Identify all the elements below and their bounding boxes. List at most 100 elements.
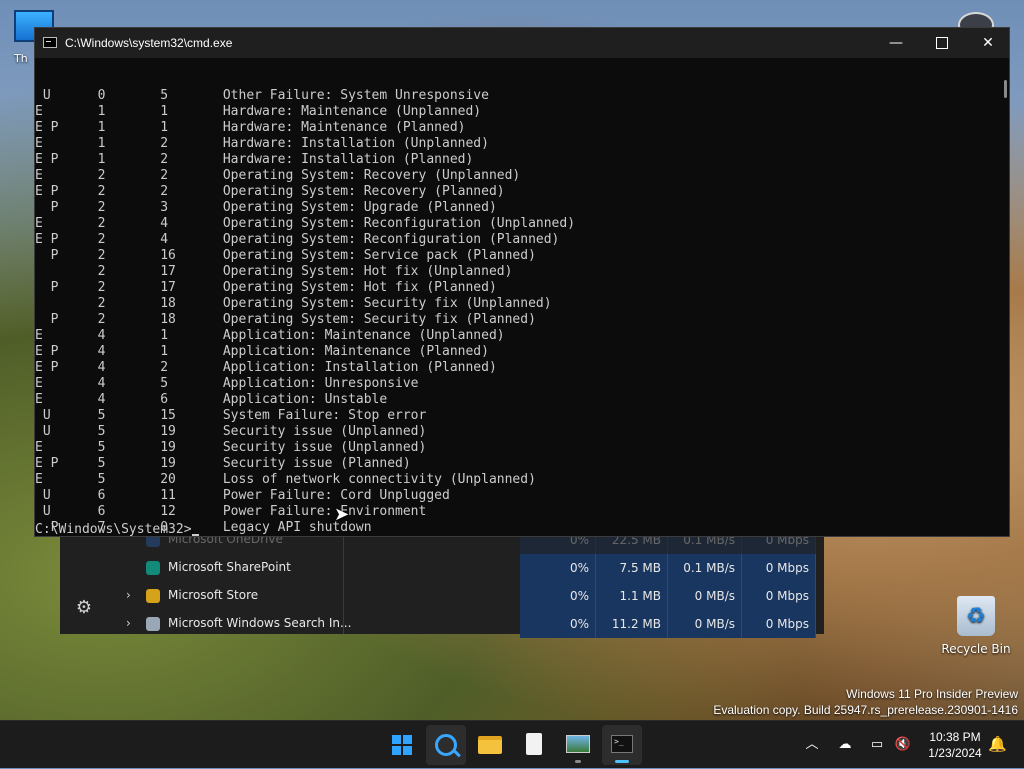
process-row[interactable]: › Microsoft Store 0% 1.1 MB 0 MB/s 0 Mbps: [120, 582, 816, 610]
maximize-button[interactable]: [919, 28, 965, 58]
console-line: E 5 19 Security issue (Unplanned): [35, 440, 427, 455]
taskbar: >_ ︿ ☁ ▭ 🔇 10:38 PM 1/23/2024 🔔: [0, 720, 1024, 768]
recycle-bin-desktop-icon[interactable]: ♻ Recycle Bin: [936, 596, 1016, 656]
process-name: Microsoft SharePoint: [168, 560, 291, 574]
search-button[interactable]: [426, 725, 466, 765]
maximize-icon: [936, 37, 948, 49]
network-icon: ▭: [870, 737, 884, 752]
running-indicator: [575, 760, 581, 763]
taskbar-clock[interactable]: 10:38 PM 1/23/2024: [922, 729, 988, 761]
process-name: Microsoft Store: [168, 588, 259, 602]
console-line: E 1 1 Hardware: Maintenance (Unplanned): [35, 104, 482, 119]
chevron-up-icon: ︿: [805, 737, 819, 752]
text-cursor: [191, 534, 199, 536]
console-line: P 2 18 Operating System: Security fix (P…: [35, 312, 536, 327]
active-indicator: [615, 760, 629, 763]
app-icon: [146, 589, 160, 603]
network-value: 0 Mbps: [742, 554, 816, 582]
console-line: E P 1 1 Hardware: Maintenance (Planned): [35, 120, 466, 135]
cmd-window-title: C:\Windows\system32\cmd.exe: [65, 36, 233, 50]
process-row[interactable]: › Microsoft Windows Search In... 0% 11.2 MB…: [120, 610, 816, 638]
volume-tray-button[interactable]: 🔇: [892, 721, 914, 769]
console-line: E 2 4 Operating System: Reconfiguration …: [35, 216, 576, 231]
console-line: E 1 2 Hardware: Installation (Unplanned): [35, 136, 489, 151]
windows-watermark: Windows 11 Pro Insider Preview Evaluatio…: [713, 686, 1018, 718]
close-button[interactable]: ✕: [965, 28, 1011, 58]
console-line: E P 2 2 Operating System: Recovery (Plan…: [35, 184, 505, 199]
memory-value: 11.2 MB: [596, 610, 668, 638]
cmd-app-icon: [43, 37, 57, 48]
clock-time: 10:38 PM: [929, 730, 981, 744]
chevron-right-icon[interactable]: ›: [126, 588, 138, 602]
process-row[interactable]: Microsoft SharePoint 0% 7.5 MB 0.1 MB/s 0 Mb…: [120, 554, 816, 582]
console-line: E 4 1 Application: Maintenance (Unplanne…: [35, 328, 505, 343]
console-line: E P 5 19 Security issue (Planned): [35, 456, 411, 471]
console-line: E P 1 2 Hardware: Installation (Planned): [35, 152, 474, 167]
console-line: E 4 5 Application: Unresponsive: [35, 376, 419, 391]
scrollbar-thumb[interactable]: [1004, 80, 1007, 98]
notepad-button[interactable]: [514, 725, 554, 765]
console-line: 2 18 Operating System: Security fix (Unp…: [35, 296, 552, 311]
show-hidden-icons-button[interactable]: ︿: [802, 721, 822, 769]
network-value: 0 Mbps: [742, 582, 816, 610]
start-button[interactable]: [382, 725, 422, 765]
console-line: U 6 12 Power Failure: Environment: [35, 504, 427, 519]
cmd-window[interactable]: C:\Windows\system32\cmd.exe — ✕ U 0 5 Ot…: [34, 27, 1010, 537]
clock-date: 1/23/2024: [928, 746, 982, 760]
cpu-value: 0%: [520, 554, 596, 582]
notepad-icon: [526, 733, 542, 755]
close-icon: ✕: [982, 35, 994, 51]
chevron-right-icon[interactable]: ›: [126, 616, 138, 630]
console-line: E 2 2 Operating System: Recovery (Unplan…: [35, 168, 521, 183]
task-manager-sidebar: ⚙: [60, 530, 108, 634]
disk-value: 0.1 MB/s: [668, 554, 742, 582]
minimize-icon: —: [889, 35, 903, 51]
onedrive-tray-button[interactable]: ☁: [834, 721, 856, 769]
console-line: E P 4 1 Application: Maintenance (Planne…: [35, 344, 489, 359]
cmd-taskbar-button[interactable]: >_: [602, 725, 642, 765]
process-name: Microsoft Windows Search In...: [168, 616, 352, 630]
terminal-icon: >_: [611, 735, 633, 753]
recycle-bin-label: Recycle Bin: [941, 642, 1011, 656]
cpu-value: 0%: [520, 582, 596, 610]
console-line: U 0 5 Other Failure: System Unresponsive: [35, 88, 489, 103]
cmd-title-bar[interactable]: C:\Windows\system32\cmd.exe — ✕: [35, 28, 1009, 58]
console-line: E P 2 4 Operating System: Reconfiguratio…: [35, 232, 560, 247]
settings-gear-icon[interactable]: ⚙: [74, 598, 94, 618]
file-explorer-button[interactable]: [470, 725, 510, 765]
watermark-build: Evaluation copy. Build 25947.rs_prerelea…: [713, 703, 1018, 717]
console-line: E P 4 2 Application: Installation (Plann…: [35, 360, 497, 375]
volume-muted-icon: 🔇: [894, 737, 912, 752]
disk-value: 0 MB/s: [668, 582, 742, 610]
console-line: E 5 20 Loss of network connectivity (Unp…: [35, 472, 536, 487]
recycle-bin-icon: ♻: [957, 596, 995, 636]
console-line: 2 17 Operating System: Hot fix (Unplanne…: [35, 264, 513, 279]
cpu-value: 0%: [520, 610, 596, 638]
console-lines: U 0 5 Other Failure: System Unresponsive…: [35, 88, 995, 536]
app-icon: [146, 561, 160, 575]
console-line: P 2 3 Operating System: Upgrade (Planned…: [35, 200, 497, 215]
cloud-icon: ☁: [838, 737, 852, 752]
minimize-button[interactable]: —: [873, 28, 919, 58]
notification-bell-icon[interactable]: 🔔: [988, 735, 1007, 753]
folder-icon: [478, 736, 502, 754]
network-value: 0 Mbps: [742, 610, 816, 638]
console-line: U 6 11 Power Failure: Cord Unplugged: [35, 488, 450, 503]
command-prompt-line[interactable]: C:\Windows\System32>: [35, 522, 199, 536]
task-manager-taskbar-button[interactable]: [558, 725, 598, 765]
search-icon: [435, 734, 457, 756]
console-output[interactable]: U 0 5 Other Failure: System Unresponsive…: [35, 58, 995, 536]
mouse-pointer-icon: ➤: [334, 504, 350, 525]
memory-value: 1.1 MB: [596, 582, 668, 610]
console-line: P 2 16 Operating System: Service pack (P…: [35, 248, 536, 263]
performance-icon: [566, 735, 590, 753]
console-line: U 5 19 Security issue (Unplanned): [35, 424, 427, 439]
task-manager-window[interactable]: ⚙ Microsoft OneDrive 0% 22.5 MB 0.1 MB/s 0 M…: [60, 526, 824, 638]
disk-value: 0 MB/s: [668, 610, 742, 638]
memory-value: 7.5 MB: [596, 554, 668, 582]
windows-logo-icon: [392, 735, 412, 755]
console-line: P 2 17 Operating System: Hot fix (Planne…: [35, 280, 497, 295]
network-tray-button[interactable]: ▭: [866, 721, 888, 769]
console-line: E 4 6 Application: Unstable: [35, 392, 388, 407]
prompt-text: C:\Windows\System32>: [35, 522, 192, 536]
